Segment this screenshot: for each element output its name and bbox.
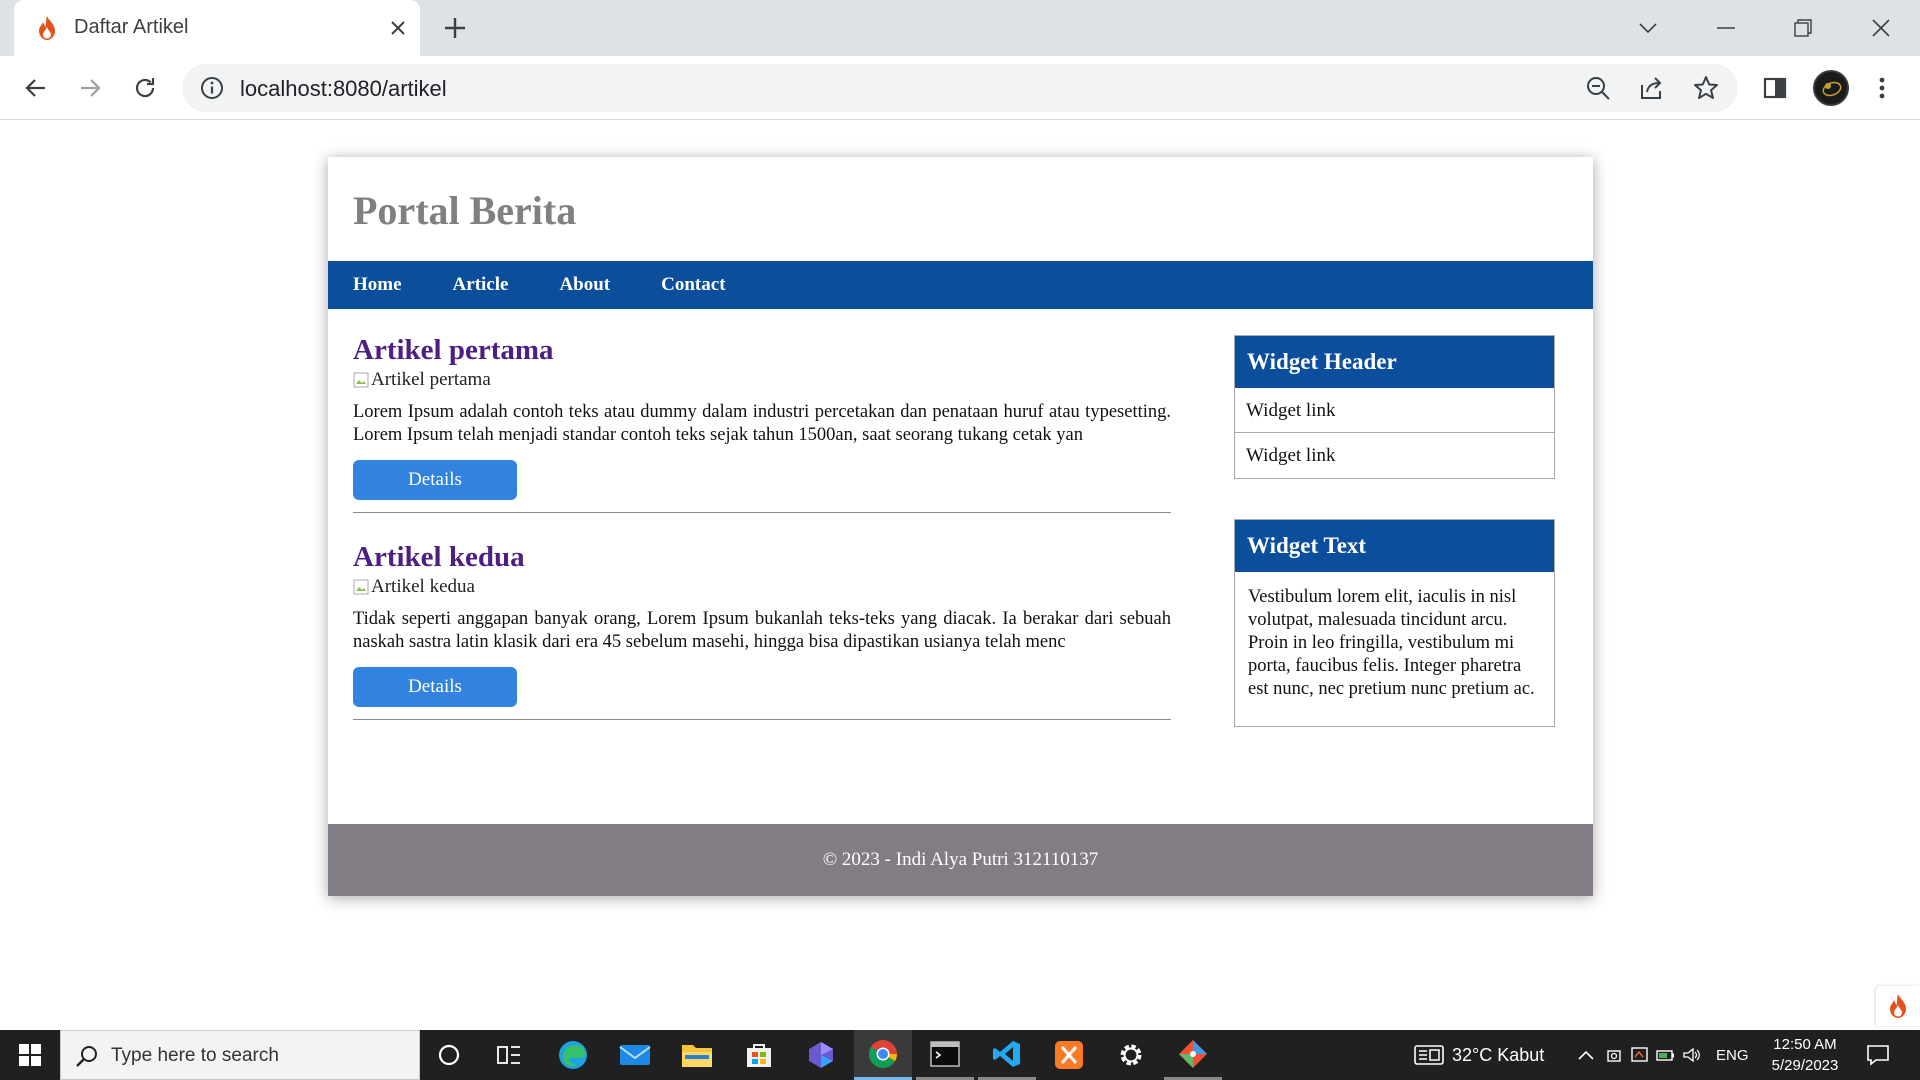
widget-link[interactable]: Widget link <box>1235 388 1554 433</box>
info-icon[interactable] <box>200 76 224 100</box>
language-indicator[interactable]: ENG <box>1716 1047 1749 1064</box>
weather-text: 32°C Kabut <box>1452 1044 1545 1065</box>
page-title: Portal Berita <box>353 188 577 233</box>
file-explorer-icon[interactable] <box>668 1030 726 1080</box>
widget-links: Widget Header Widget link Widget link <box>1234 335 1555 479</box>
mail-icon[interactable] <box>606 1030 664 1080</box>
battery-icon[interactable] <box>1656 1046 1676 1064</box>
side-panel-icon[interactable] <box>1757 70 1793 106</box>
edge-icon[interactable] <box>544 1030 602 1080</box>
clock-date: 5/29/2023 <box>1771 1057 1839 1074</box>
site-footer: © 2023 - Indi Alya Putri 312110137 <box>328 824 1593 896</box>
site-header: Portal Berita <box>328 157 1593 261</box>
article-image: Artikel kedua <box>353 576 1171 598</box>
chrome-icon[interactable] <box>854 1030 912 1080</box>
search-icon <box>76 1046 97 1067</box>
nav-contact[interactable]: Contact <box>661 261 725 309</box>
broken-image-icon <box>353 579 369 595</box>
terminal-icon[interactable] <box>916 1030 974 1080</box>
tray-chevron-icon[interactable] <box>1578 1050 1594 1060</box>
share-icon[interactable] <box>1638 74 1666 102</box>
details-button[interactable]: Details <box>353 667 517 707</box>
plus-icon[interactable] <box>441 14 469 42</box>
store-icon[interactable] <box>730 1030 788 1080</box>
taskbar-search[interactable]: Type here to search <box>60 1030 420 1080</box>
task-view-icon[interactable] <box>480 1030 538 1080</box>
tab-title: Daftar Artikel <box>74 16 189 38</box>
forward-arrow-icon[interactable] <box>72 70 108 106</box>
article-title[interactable]: Artikel kedua <box>353 541 1171 573</box>
zoom-out-icon[interactable] <box>1584 74 1612 102</box>
close-window-icon[interactable] <box>1863 10 1899 46</box>
widget-text-body: Vestibulum lorem elit, iaculis in nisl v… <box>1248 587 1535 699</box>
taskbar: Type here to search 32°C Kabut ENG 12:50… <box>0 1030 1920 1080</box>
back-arrow-icon[interactable] <box>18 70 54 106</box>
network-alert-icon[interactable] <box>1630 1046 1650 1064</box>
avatar[interactable] <box>1813 70 1849 106</box>
windows-icon[interactable] <box>0 1030 60 1080</box>
close-icon[interactable] <box>384 14 412 42</box>
xampp-icon[interactable] <box>1040 1030 1098 1080</box>
url-text[interactable]: localhost:8080/artikel <box>240 76 447 102</box>
app-icon[interactable] <box>792 1030 850 1080</box>
git-icon[interactable] <box>1164 1030 1222 1080</box>
main-nav: Home Article About Contact <box>328 261 1593 309</box>
page-container: Portal Berita Home Article About Contact… <box>328 157 1593 896</box>
system-tray: ENG <box>1578 1030 1749 1080</box>
article-list: Artikel pertama Artikel pertama Lorem Ip… <box>353 334 1171 748</box>
search-placeholder: Type here to search <box>111 1045 279 1066</box>
article-item: Artikel kedua Artikel kedua Tidak sepert… <box>353 541 1171 720</box>
vscode-icon[interactable] <box>978 1030 1036 1080</box>
weather-icon <box>1414 1045 1444 1065</box>
clock[interactable]: 12:50 AM 5/29/2023 <box>1764 1034 1846 1076</box>
camera-icon[interactable] <box>1606 1046 1622 1064</box>
star-icon[interactable] <box>1692 74 1720 102</box>
settings-icon[interactable] <box>1102 1030 1160 1080</box>
content-area: Artikel pertama Artikel pertama Lorem Ip… <box>328 309 1593 824</box>
flame-icon[interactable] <box>1876 986 1920 1026</box>
address-bar[interactable]: localhost:8080/artikel <box>182 64 1738 112</box>
article-excerpt: Tidak seperti anggapan banyak orang, Lor… <box>353 609 1171 652</box>
image-alt-text: Artikel kedua <box>371 576 475 597</box>
article-item: Artikel pertama Artikel pertama Lorem Ip… <box>353 334 1171 513</box>
article-title[interactable]: Artikel pertama <box>353 334 1171 366</box>
minimize-icon[interactable] <box>1708 10 1744 46</box>
nav-article[interactable]: Article <box>453 261 509 309</box>
notification-icon[interactable] <box>1866 1030 1890 1080</box>
details-button[interactable]: Details <box>353 460 517 500</box>
reload-icon[interactable] <box>127 70 163 106</box>
image-alt-text: Artikel pertama <box>371 369 491 390</box>
cortana-icon[interactable] <box>420 1030 478 1080</box>
widget-text: Widget Text Vestibulum lorem elit, iacul… <box>1234 519 1555 727</box>
widget-header-title: Widget Header <box>1235 336 1554 388</box>
sidebar: Widget Header Widget link Widget link Wi… <box>1234 335 1555 767</box>
broken-image-icon <box>353 372 369 388</box>
widget-text-title: Widget Text <box>1235 520 1554 572</box>
flame-icon <box>39 16 55 40</box>
more-vert-icon[interactable] <box>1864 70 1900 106</box>
weather-widget[interactable]: 32°C Kabut <box>1414 1030 1544 1080</box>
chevron-down-icon[interactable] <box>1630 10 1666 46</box>
article-image: Artikel pertama <box>353 369 1171 391</box>
restore-icon[interactable] <box>1785 10 1821 46</box>
article-excerpt: Lorem Ipsum adalah contoh teks atau dumm… <box>353 402 1171 445</box>
widget-link[interactable]: Widget link <box>1235 433 1554 478</box>
browser-toolbar: localhost:8080/artikel <box>0 56 1920 120</box>
tab-strip: Daftar Artikel <box>0 0 1920 56</box>
nav-home[interactable]: Home <box>353 261 402 309</box>
browser-tab[interactable]: Daftar Artikel <box>14 0 420 56</box>
clock-time: 12:50 AM <box>1773 1036 1837 1053</box>
volume-icon[interactable] <box>1682 1046 1702 1064</box>
nav-about[interactable]: About <box>559 261 610 309</box>
